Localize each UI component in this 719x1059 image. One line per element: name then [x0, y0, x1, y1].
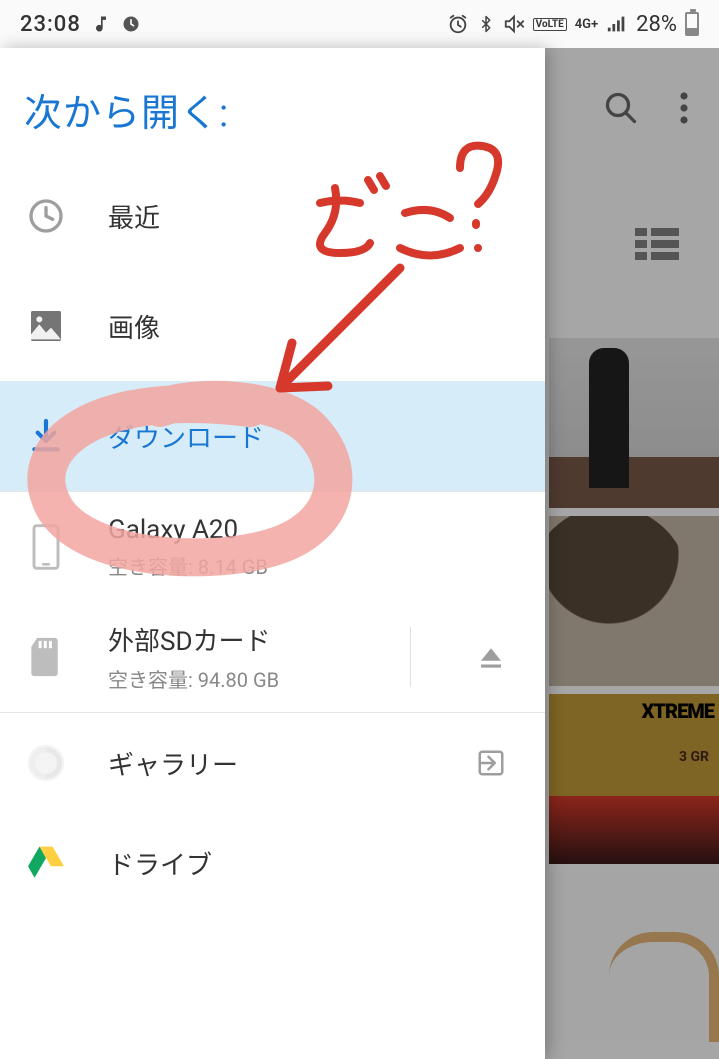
background-toolbar	[539, 48, 719, 168]
drawer-item-images[interactable]: 画像	[0, 271, 545, 381]
mute-icon	[503, 13, 525, 35]
music-icon	[91, 14, 111, 34]
clock-icon	[24, 196, 68, 236]
network-label: 4G+	[575, 18, 598, 31]
search-icon[interactable]	[603, 90, 639, 126]
trailing-divider	[410, 627, 411, 687]
gallery-app-icon	[24, 743, 68, 783]
status-right: VoLTE 4G+ 28%	[447, 12, 699, 37]
battery-icon	[685, 12, 699, 36]
drawer-item-drive[interactable]: ドライブ	[0, 813, 545, 913]
drawer-item-label: 画像	[108, 308, 521, 345]
volte-badge: VoLTE	[533, 18, 567, 31]
drawer-title: 次から開く:	[0, 48, 545, 161]
drawer-item-label: ダウンロード	[108, 418, 521, 455]
drawer-list: 最近 画像 ダウンロード Galaxy A20 空き容量: 8.14 GB	[0, 161, 545, 913]
drawer-item-label: ドライブ	[108, 845, 521, 882]
download-icon	[24, 416, 68, 456]
eject-icon[interactable]	[461, 642, 521, 672]
circle-icon	[121, 14, 141, 34]
view-list-icon[interactable]	[635, 228, 679, 260]
drawer-item-sd-card[interactable]: 外部SDカード 空き容量: 94.80 GB	[0, 602, 545, 712]
open-external-icon[interactable]	[461, 748, 521, 778]
drawer-item-label: Galaxy A20	[108, 515, 521, 545]
drawer-item-sublabel: 空き容量: 94.80 GB	[108, 664, 360, 693]
google-drive-icon	[24, 845, 68, 881]
status-time: 23:08	[20, 12, 81, 37]
image-icon	[24, 306, 68, 346]
drawer-item-label: 最近	[108, 198, 521, 235]
drawer-item-downloads[interactable]: ダウンロード	[0, 381, 545, 491]
phone-icon	[24, 523, 68, 571]
status-bar: 23:08 VoLTE 4G+ 28%	[0, 0, 719, 48]
drawer-item-device-storage[interactable]: Galaxy A20 空き容量: 8.14 GB	[0, 492, 545, 602]
drawer-item-recent[interactable]: 最近	[0, 161, 545, 271]
sd-card-icon	[24, 635, 68, 679]
alarm-icon	[447, 13, 469, 35]
status-left: 23:08	[20, 12, 141, 37]
drawer-item-label: ギャラリー	[108, 745, 421, 782]
bluetooth-icon	[477, 13, 495, 35]
open-from-drawer: 次から開く: 最近 画像 ダウンロード Galaxy	[0, 48, 545, 1059]
drawer-item-sublabel: 空き容量: 8.14 GB	[108, 551, 521, 580]
battery-percentage: 28%	[636, 12, 677, 37]
overflow-menu-icon[interactable]	[679, 90, 689, 126]
drawer-item-gallery[interactable]: ギャラリー	[0, 713, 545, 813]
drawer-item-label: 外部SDカード	[108, 621, 360, 658]
signal-icon	[606, 14, 628, 34]
